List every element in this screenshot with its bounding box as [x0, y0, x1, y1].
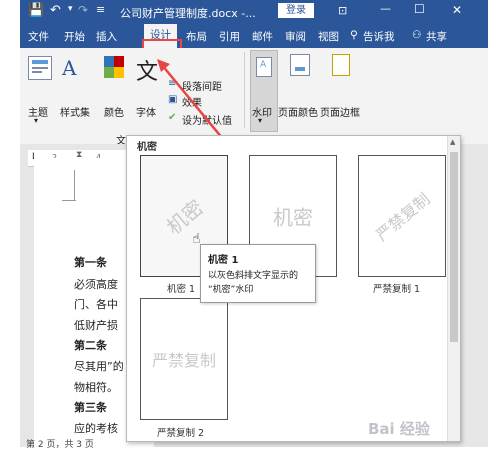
undo-dropdown-icon[interactable]: ▾: [68, 4, 73, 14]
watermark-button[interactable]: A: [250, 50, 278, 132]
tab-home[interactable]: 开始: [64, 29, 85, 44]
tab-view[interactable]: 视图: [318, 29, 339, 44]
tooltip-line: 以灰色斜排文字显示的: [208, 271, 299, 281]
watermark-text: 严禁复制: [151, 351, 217, 370]
watermark-text: 严禁复制: [372, 189, 434, 246]
tab-review[interactable]: 审阅: [285, 29, 306, 44]
menu-bar: 文件 开始 插入 设计 布局 引用 邮件 审阅 视图 ⚲ 告诉我 ⚇ 共享: [20, 24, 488, 48]
tooltip-title: 机密 1: [208, 255, 239, 266]
doc-line: 应的考核: [74, 422, 118, 435]
page-borders-icon[interactable]: [332, 54, 350, 76]
ribbon-display-icon[interactable]: ⊡: [338, 4, 347, 17]
ribbon: 主题 ▾ A 样式集 颜色 文 字体 ≡ 段落间距 ▣ 效果 ✔ 设为默认值 A…: [20, 48, 488, 147]
doc-line: 必须高度: [74, 278, 118, 291]
tell-me-label[interactable]: 告诉我: [363, 29, 395, 44]
tab-mailings[interactable]: 邮件: [252, 29, 273, 44]
scroll-up-icon[interactable]: ▲: [450, 138, 455, 146]
doc-line: 第一条: [74, 256, 107, 269]
customize-toolbar-icon[interactable]: ≡: [96, 3, 105, 16]
tab-layout[interactable]: 布局: [186, 29, 207, 44]
login-button[interactable]: 登录: [278, 3, 314, 18]
thumb-caption: 严禁复制 1: [373, 284, 421, 295]
theme-dropdown-icon[interactable]: ▾: [34, 116, 38, 125]
annotation-arrow-head: [157, 59, 170, 72]
tab-file[interactable]: 文件: [28, 29, 49, 44]
doc-line: 门、各中: [74, 298, 118, 311]
status-bar: 第 2 页，共 3 页: [26, 440, 94, 450]
watermark-text: 机密: [273, 205, 313, 230]
doc-line: 第三条: [74, 401, 107, 414]
watermark-thumb-do-not-copy-2[interactable]: 严禁复制: [140, 298, 228, 420]
margin-corner: [62, 200, 76, 201]
save-icon[interactable]: 💾: [28, 3, 44, 18]
doc-line: 第二条: [74, 339, 107, 352]
tooltip: 机密 1 以灰色斜排文字显示的 “机密”水印: [200, 244, 316, 303]
theme-icon[interactable]: [28, 56, 52, 80]
doc-line: 低财产损: [74, 319, 118, 332]
undo-icon[interactable]: ↶: [50, 3, 61, 18]
colors-label[interactable]: 颜色: [104, 104, 124, 119]
doc-line: 物相符。: [74, 381, 118, 394]
thumb-caption: 机密 1: [167, 284, 196, 295]
tab-references[interactable]: 引用: [219, 29, 240, 44]
window-title: 公司财产管理制度.docx -...: [120, 7, 256, 20]
thumb-caption: 严禁复制 2: [157, 428, 205, 439]
watermark-text: 机密: [161, 195, 208, 240]
style-set-icon[interactable]: A: [62, 56, 76, 80]
tooltip-line: “机密”水印: [208, 285, 254, 295]
colors-icon[interactable]: [104, 56, 124, 78]
title-bar: 💾 ↶ ▾ ↷ ≡ 公司财产管理制度.docx -... 登录 ⊡ — ☐ ✕ …: [20, 0, 488, 48]
watermark-thumb-do-not-copy-1[interactable]: 严禁复制: [358, 155, 446, 277]
style-set-label[interactable]: 样式集: [60, 104, 90, 119]
scroll-thumb[interactable]: [450, 152, 458, 342]
share-icon[interactable]: ⚇: [412, 29, 421, 41]
margin-corner: [74, 170, 75, 200]
minimize-button[interactable]: —: [380, 2, 391, 15]
watermark-dropdown-icon[interactable]: ▾: [258, 116, 262, 125]
gallery-scrollbar[interactable]: ▲: [447, 136, 460, 441]
tab-insert[interactable]: 插入: [96, 29, 117, 44]
watermark-icon: A: [260, 60, 267, 70]
site-watermark: Bai 经验: [368, 420, 430, 438]
ribbon-divider: [244, 52, 245, 128]
maximize-button[interactable]: ☐: [414, 2, 425, 16]
page-color-icon[interactable]: [290, 54, 310, 76]
share-label[interactable]: 共享: [426, 29, 447, 44]
redo-icon[interactable]: ↷: [78, 3, 88, 17]
tell-me-icon[interactable]: ⚲: [350, 29, 358, 41]
close-button[interactable]: ✕: [452, 3, 462, 17]
page-color-label[interactable]: 页面颜色: [278, 104, 318, 119]
gallery-header: 机密: [137, 142, 157, 153]
page-borders-label[interactable]: 页面边框: [320, 104, 360, 119]
doc-line: 尽其用”的: [74, 360, 124, 373]
